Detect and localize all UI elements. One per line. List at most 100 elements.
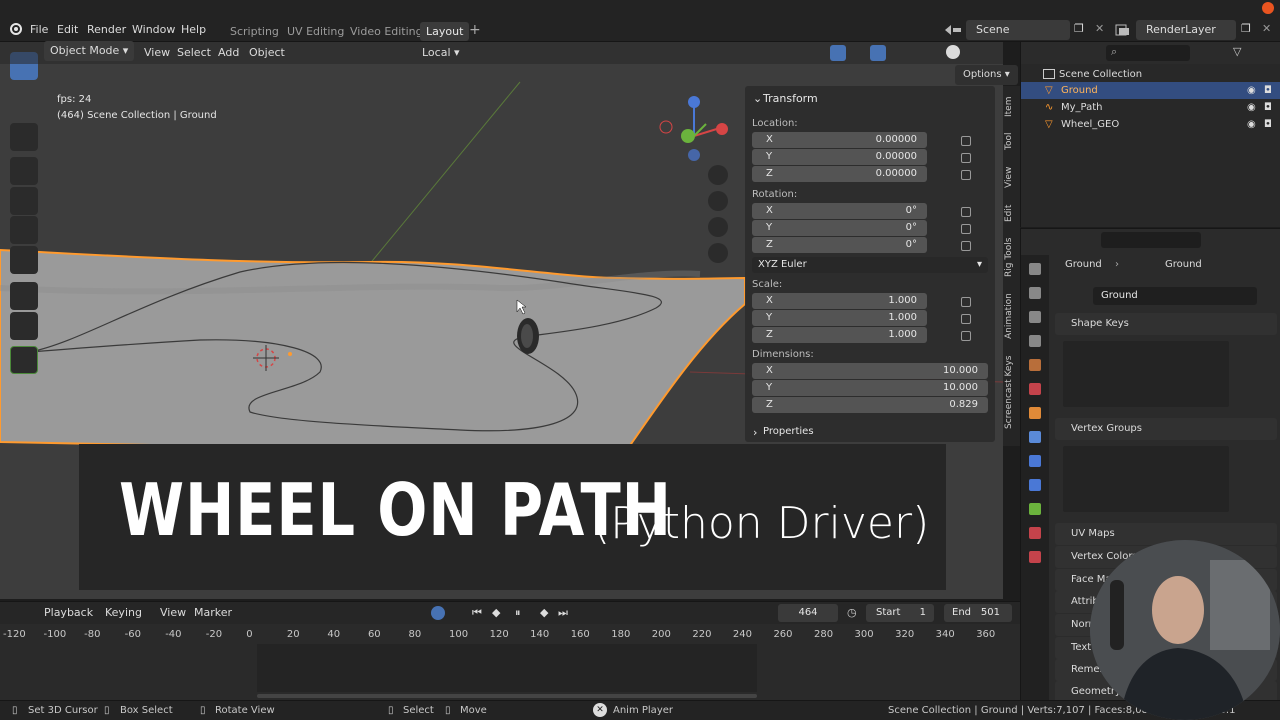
rotate-tool[interactable] (10, 187, 38, 215)
menu-window[interactable]: Window (132, 23, 175, 36)
render-tab-icon[interactable] (1029, 287, 1041, 299)
menu-render[interactable]: Render (87, 23, 126, 36)
visibility-eye-icon[interactable]: ◉ (1247, 82, 1256, 99)
outliner-item-my-path[interactable]: ∿ My_Path ◉ ◘ (1021, 99, 1280, 116)
overlay-toggle-icon[interactable] (870, 45, 886, 61)
material-tab-icon[interactable] (1029, 527, 1041, 539)
tab-uv-editing[interactable]: UV Editing (281, 22, 350, 41)
menu-add[interactable]: Add (218, 41, 239, 65)
jump-start-icon[interactable]: ⏮ (472, 606, 482, 620)
tab-view[interactable]: View (1004, 162, 1019, 192)
tab-rig-tools[interactable]: Rig Tools (1004, 234, 1019, 280)
editor-type-icon[interactable] (10, 44, 32, 62)
tab-layout[interactable]: Layout (420, 22, 470, 41)
properties-chevron-icon[interactable]: › (753, 426, 757, 439)
render-camera-icon[interactable]: ◘ (1264, 99, 1272, 116)
menu-edit[interactable]: Edit (57, 23, 78, 36)
zoom-icon[interactable] (708, 165, 728, 185)
location-z-field[interactable]: Z 0.00000 (752, 166, 927, 182)
view-layer-tab-icon[interactable] (1029, 335, 1041, 347)
add-workspace-icon[interactable]: + (469, 22, 481, 38)
visibility-eye-icon[interactable]: ◉ (1247, 116, 1256, 133)
tab-tool[interactable]: Tool (1004, 128, 1019, 154)
outliner-item-ground[interactable]: ▽ Ground ◉ ◘ (1021, 82, 1280, 99)
modifier-tab-icon[interactable] (1029, 431, 1041, 443)
rotation-x-field[interactable]: X 0° (752, 203, 927, 219)
scene-tab-icon[interactable] (1029, 359, 1041, 371)
render-camera-icon[interactable]: ◘ (1264, 116, 1272, 133)
tab-video-editing[interactable]: Video Editing (344, 22, 429, 41)
rotation-y-field[interactable]: Y 0° (752, 220, 927, 236)
scene-icon[interactable] (943, 23, 965, 37)
object-tab-icon[interactable] (1029, 407, 1041, 419)
physics-tab-icon[interactable] (1029, 479, 1041, 491)
camera-icon[interactable] (708, 217, 728, 237)
breadcrumb-mesh[interactable]: Ground (1165, 259, 1202, 270)
transform-header[interactable]: Transform (763, 92, 818, 105)
transform-orientation-dropdown[interactable]: Local ▾ (406, 41, 460, 65)
blender-logo-icon[interactable] (8, 22, 22, 36)
scene-field[interactable]: Scene (966, 20, 1070, 40)
tab-screencast-keys[interactable]: Screencast Keys (1004, 352, 1019, 432)
data-tab-icon[interactable] (1029, 503, 1041, 515)
add-cube-tool[interactable] (10, 346, 38, 374)
render-camera-icon[interactable]: ◘ (1264, 82, 1272, 99)
tab-scripting[interactable]: Scripting (224, 22, 285, 41)
properties-subpanel[interactable]: Properties (763, 426, 814, 437)
section-shape-keys[interactable]: Shape Keys (1055, 313, 1277, 335)
outliner-scene-collection[interactable]: Scene Collection (1021, 66, 1280, 83)
menu-keying[interactable]: Keying (105, 601, 142, 625)
menu-marker[interactable]: Marker (194, 601, 232, 625)
dimensions-x-field[interactable]: X 10.000 (752, 363, 988, 379)
outliner-item-wheel-geo[interactable]: ▽ Wheel_GEO ◉ ◘ (1021, 116, 1280, 133)
location-y-field[interactable]: Y 0.00000 (752, 149, 927, 165)
start-frame-field[interactable]: Start 1 (866, 604, 934, 622)
grid-icon[interactable] (708, 243, 728, 263)
gizmo-toggle-icon[interactable] (830, 45, 846, 61)
menu-help[interactable]: Help (181, 23, 206, 36)
move-tool[interactable] (10, 157, 38, 185)
filter-icon[interactable]: ▽ (1233, 45, 1241, 58)
close-icon[interactable]: ✕ (593, 703, 607, 717)
menu-file[interactable]: File (30, 23, 48, 36)
section-vertex-groups[interactable]: Vertex Groups (1055, 418, 1277, 440)
dimensions-y-field[interactable]: Y 10.000 (752, 380, 988, 396)
tab-edit[interactable]: Edit (1004, 200, 1019, 226)
lock-icon[interactable] (961, 170, 971, 180)
rotation-z-field[interactable]: Z 0° (752, 237, 927, 253)
transform-chevron-icon[interactable]: ⌄ (753, 92, 762, 105)
lock-icon[interactable] (961, 224, 971, 234)
lock-icon[interactable] (961, 331, 971, 341)
solid-shading-icon[interactable] (946, 45, 960, 59)
measure-tool[interactable] (10, 312, 38, 340)
prev-keyframe-icon[interactable]: ◆ (492, 606, 500, 619)
menu-select[interactable]: Select (177, 41, 211, 65)
shape-keys-list[interactable] (1063, 341, 1229, 407)
breadcrumb-object[interactable]: Ground (1065, 259, 1102, 270)
menu-object[interactable]: Object (249, 41, 285, 65)
dimensions-z-field[interactable]: Z 0.829 (752, 397, 988, 413)
lock-icon[interactable] (961, 314, 971, 324)
navigation-gizmo[interactable] (658, 92, 736, 164)
properties-search-input[interactable] (1101, 232, 1201, 248)
close-layer-icon[interactable]: ✕ (1262, 22, 1271, 35)
window-close-button[interactable] (1262, 2, 1274, 14)
world-tab-icon[interactable] (1029, 383, 1041, 395)
timeline[interactable]: Playback Keying View Marker ⏮ ◆ ⏸ ◆ ⏭ 46… (0, 601, 1020, 700)
outliner-search-input[interactable] (1106, 45, 1190, 61)
annotate-tool[interactable] (10, 282, 38, 310)
menu-timeline-view[interactable]: View (160, 601, 186, 625)
status-anim-player[interactable]: Anim Player (613, 705, 673, 716)
options-dropdown[interactable]: Options ▾ (955, 65, 1018, 85)
menu-playback[interactable]: Playback (44, 601, 93, 625)
scale-x-field[interactable]: X 1.000 (752, 293, 927, 309)
rotation-mode-dropdown[interactable]: XYZ Euler ▾ (752, 257, 988, 273)
location-x-field[interactable]: X 0.00000 (752, 132, 927, 148)
lock-icon[interactable] (961, 153, 971, 163)
vertex-groups-list[interactable] (1063, 446, 1229, 512)
new-layer-icon[interactable]: ❐ (1241, 22, 1251, 35)
tab-animation[interactable]: Animation (1004, 288, 1019, 344)
particles-tab-icon[interactable] (1029, 455, 1041, 467)
current-frame-field[interactable]: 464 (778, 604, 838, 622)
next-keyframe-icon[interactable]: ◆ (540, 606, 548, 619)
